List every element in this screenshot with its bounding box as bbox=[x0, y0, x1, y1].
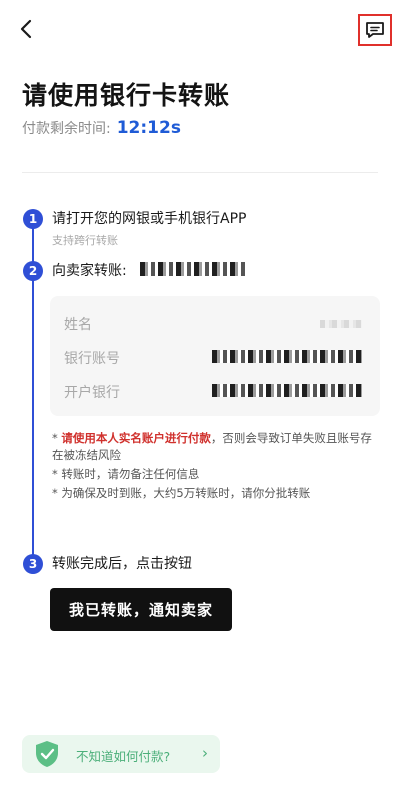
account-number-label: 银行账号 bbox=[64, 351, 120, 367]
seller-name-redacted bbox=[140, 262, 245, 276]
countdown-value: 12:12s bbox=[116, 118, 181, 138]
message-icon bbox=[366, 22, 384, 38]
note-3: * 为确保及时到账，大约5万转账时，请你分批转账 bbox=[52, 486, 311, 500]
account-name-label: 姓名 bbox=[64, 317, 92, 333]
chevron-left-icon bbox=[20, 19, 32, 39]
step-number-2: 2 bbox=[23, 261, 43, 281]
back-button[interactable] bbox=[14, 16, 40, 42]
countdown-label: 付款剩余时间: bbox=[22, 121, 111, 137]
payment-notes: * 请使用本人实名账户进行付款，否则会导致订单失败且账号存在被冻结风险 * 转账… bbox=[52, 430, 374, 504]
account-number-redacted[interactable] bbox=[212, 350, 362, 363]
top-bar bbox=[0, 0, 400, 60]
message-button[interactable] bbox=[358, 14, 392, 46]
account-card: 姓名 银行账号 开户银行 bbox=[50, 296, 380, 416]
bank-name-label: 开户银行 bbox=[64, 385, 120, 401]
bank-name-redacted bbox=[212, 384, 362, 397]
step-1-title: 请打开您的网银或手机银行APP bbox=[52, 211, 247, 227]
divider bbox=[22, 172, 378, 173]
step-3-title: 转账完成后，点击按钮 bbox=[52, 556, 192, 572]
account-name-redacted bbox=[320, 320, 362, 328]
notify-seller-button[interactable]: 我已转账，通知卖家 bbox=[50, 588, 232, 631]
note-2: * 转账时，请勿备注任何信息 bbox=[52, 467, 200, 481]
shield-check-icon bbox=[36, 741, 58, 767]
step-2-title: 向卖家转账: bbox=[52, 263, 127, 279]
note-1-bullet: * bbox=[52, 431, 62, 445]
page-title: 请使用银行卡转账 bbox=[22, 81, 231, 110]
payment-help-button[interactable]: 不知道如何付款? › bbox=[22, 735, 220, 773]
step-1-subtitle: 支持跨行转账 bbox=[52, 234, 118, 247]
chevron-right-icon: › bbox=[202, 744, 208, 762]
note-1-warning: 请使用本人实名账户进行付款 bbox=[61, 431, 211, 445]
payment-help-label: 不知道如何付款? bbox=[76, 749, 171, 764]
step-number-1: 1 bbox=[23, 209, 43, 229]
countdown: 付款剩余时间: 12:12s bbox=[22, 118, 181, 138]
note-1: * 请使用本人实名账户进行付款，否则会导致订单失败且账号存在被冻结风险 bbox=[52, 430, 374, 464]
step-number-3: 3 bbox=[23, 554, 43, 574]
